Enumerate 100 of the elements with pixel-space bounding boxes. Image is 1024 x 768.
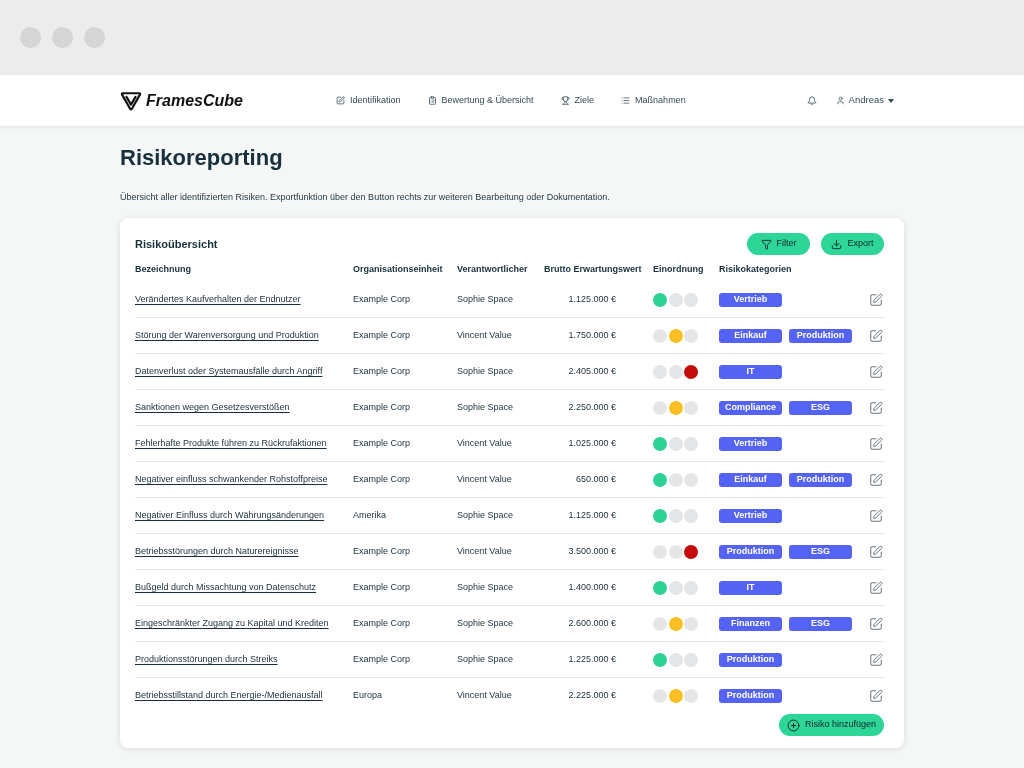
table-cell-text: Vincent Value bbox=[457, 544, 512, 558]
table-cell-text: Example Corp bbox=[353, 328, 411, 342]
table-cell-text: Example Corp bbox=[353, 364, 411, 378]
risk-name-link[interactable]: Datenverlust oder Systemausfälle durch Angriff bbox=[135, 364, 323, 379]
edit-icon[interactable] bbox=[869, 689, 883, 703]
edit-icon[interactable] bbox=[869, 436, 883, 451]
category-tag: Produktion bbox=[719, 689, 782, 703]
user-icon bbox=[835, 96, 845, 105]
table-cell-text: Example Corp bbox=[353, 652, 411, 666]
category-tag: Einkauf bbox=[719, 328, 782, 343]
filter-icon bbox=[760, 238, 772, 250]
category-tag: Finanzen bbox=[719, 616, 782, 631]
risk-name-link[interactable]: Negativer einfluss schwankender Rohstoffpreise bbox=[135, 472, 328, 487]
add-icon bbox=[786, 718, 800, 732]
table-cell-text: 1.225.000 € bbox=[568, 652, 616, 666]
table-cell-text: 2.250.000 € bbox=[568, 400, 616, 414]
add-risk-button[interactable]: Risiko hinzufügen bbox=[778, 714, 884, 736]
table-cell-text: 1.750.000 € bbox=[568, 328, 616, 342]
table-cell-text: 1.125.000 € bbox=[568, 508, 616, 522]
table-cell-text: Amerika bbox=[353, 508, 386, 522]
column-header: Bezeichnung bbox=[135, 263, 192, 277]
risk-name-link[interactable]: Störung der Warenversorgung und Produktion bbox=[135, 328, 319, 343]
table-cell-text: 1.025.000 € bbox=[568, 436, 616, 450]
risk-name-link[interactable]: Verändertes Kaufverhalten der Endnutzer bbox=[135, 292, 301, 307]
notification-bell-icon[interactable] bbox=[806, 95, 817, 106]
table-cell-text: Sophie Space bbox=[457, 652, 514, 666]
risk-name-link[interactable]: Betriebsstörungen durch Naturereignisse bbox=[135, 544, 299, 559]
category-tag: ESG bbox=[789, 544, 852, 559]
table-cell-text: Sophie Space bbox=[457, 292, 514, 306]
column-header: Risikokategorien bbox=[719, 263, 793, 277]
page-description: Übersicht aller identifizierten Risiken. Exportfunktion über den Button rechts zur weiteren Bearbeitung oder Dokumentation. bbox=[120, 191, 611, 203]
edit-icon[interactable] bbox=[869, 328, 883, 343]
column-header: Organisationseinheit bbox=[353, 263, 444, 277]
nav-link[interactable]: Bewertung & Übersicht bbox=[427, 93, 534, 108]
column-header: Einordnung bbox=[653, 263, 705, 277]
table-cell-text: Example Corp bbox=[353, 616, 411, 630]
clipboard-icon bbox=[427, 96, 437, 105]
table-cell-text: 2.405.000 € bbox=[568, 364, 616, 378]
edit-icon[interactable] bbox=[869, 472, 883, 487]
category-tag: Vertrieb bbox=[719, 292, 782, 307]
column-header: Verantwortlicher bbox=[457, 263, 529, 277]
category-tag: Vertrieb bbox=[719, 508, 782, 523]
edit-icon[interactable] bbox=[869, 652, 883, 667]
edit-icon[interactable] bbox=[869, 544, 883, 559]
edit-icon[interactable] bbox=[869, 616, 883, 631]
table-cell-text: Example Corp bbox=[353, 544, 411, 558]
category-tag: ESG bbox=[789, 400, 852, 415]
table-cell-text: Sophie Space bbox=[457, 364, 514, 378]
table-cell-text: 650.000 € bbox=[575, 472, 616, 486]
download-icon bbox=[831, 238, 843, 250]
category-tag: Produktion bbox=[719, 544, 782, 559]
nav-link[interactable]: Maßnahmen bbox=[621, 93, 686, 108]
nav-link[interactable]: Ziele bbox=[560, 93, 595, 108]
table-cell-text: Example Corp bbox=[353, 400, 411, 414]
category-tag: Produktion bbox=[719, 652, 782, 667]
caret-icon bbox=[888, 98, 894, 103]
logo-text: FramesCube bbox=[146, 90, 243, 111]
list-icon bbox=[621, 96, 631, 105]
risk-name-link[interactable]: Bußgeld durch Missachtung von Datenschutz bbox=[135, 580, 317, 595]
edit-icon[interactable] bbox=[869, 580, 883, 595]
table-cell-text: Example Corp bbox=[353, 292, 411, 306]
category-tag: ESG bbox=[789, 616, 852, 631]
table-cell-text: Sophie Space bbox=[457, 400, 514, 414]
risk-name-link[interactable]: Produktionsstörungen durch Streiks bbox=[135, 652, 278, 667]
table-cell-text: Vincent Value bbox=[457, 472, 512, 486]
card-title: Risikoübersicht bbox=[135, 236, 218, 252]
trophy-icon bbox=[560, 96, 570, 105]
table-cell: Vincent Value bbox=[457, 689, 512, 703]
risk-name-link[interactable]: Betriebsstillstand durch Energie-/Medienausfall bbox=[135, 689, 323, 703]
nav-link[interactable]: Identifikation bbox=[336, 93, 401, 108]
table-cell-text: Example Corp bbox=[353, 472, 411, 486]
table-cell-text: Example Corp bbox=[353, 436, 411, 450]
table-cell-text: 1.400.000 € bbox=[568, 580, 616, 594]
table-cell-text: Sophie Space bbox=[457, 508, 514, 522]
category-tag: Produktion bbox=[789, 328, 852, 343]
user-menu-button[interactable]: Andreas bbox=[835, 93, 894, 108]
category-tag: IT bbox=[719, 364, 782, 379]
table-cell-text: 2.600.000 € bbox=[568, 616, 616, 630]
edit-icon[interactable] bbox=[869, 400, 883, 415]
category-tag: IT bbox=[719, 580, 782, 595]
table-cell-text: 1.125.000 € bbox=[568, 292, 616, 306]
edit-icon bbox=[336, 96, 345, 105]
table-cell-text: 3.500.000 € bbox=[568, 544, 616, 558]
logo-icon bbox=[120, 90, 142, 111]
edit-icon[interactable] bbox=[869, 292, 883, 307]
edit-icon[interactable] bbox=[869, 508, 883, 523]
table-cell: Europa bbox=[353, 689, 383, 703]
table-cell-text: Vincent Value bbox=[457, 436, 512, 450]
table-cell-text: Example Corp bbox=[353, 580, 411, 594]
edit-icon[interactable] bbox=[869, 364, 883, 379]
risk-name-link[interactable]: Negativer Einfluss durch Währungsänderungen bbox=[135, 508, 325, 523]
export-button[interactable]: Export bbox=[821, 233, 884, 255]
category-tag: Compliance bbox=[719, 400, 782, 415]
table-cell-text: Sophie Space bbox=[457, 616, 514, 630]
table-cell-text: Sophie Space bbox=[457, 580, 514, 594]
filter-button[interactable]: Filter bbox=[747, 233, 810, 255]
column-header: Brutto Erwartungswert bbox=[544, 263, 643, 277]
risk-name-link[interactable]: Sanktionen wegen Gesetzesverstößen bbox=[135, 400, 290, 415]
risk-name-link[interactable]: Fehlerhafte Produkte führen zu Rückrufaktionen bbox=[135, 436, 327, 451]
risk-name-link[interactable]: Eingeschränkter Zugang zu Kapital und Krediten bbox=[135, 616, 329, 631]
